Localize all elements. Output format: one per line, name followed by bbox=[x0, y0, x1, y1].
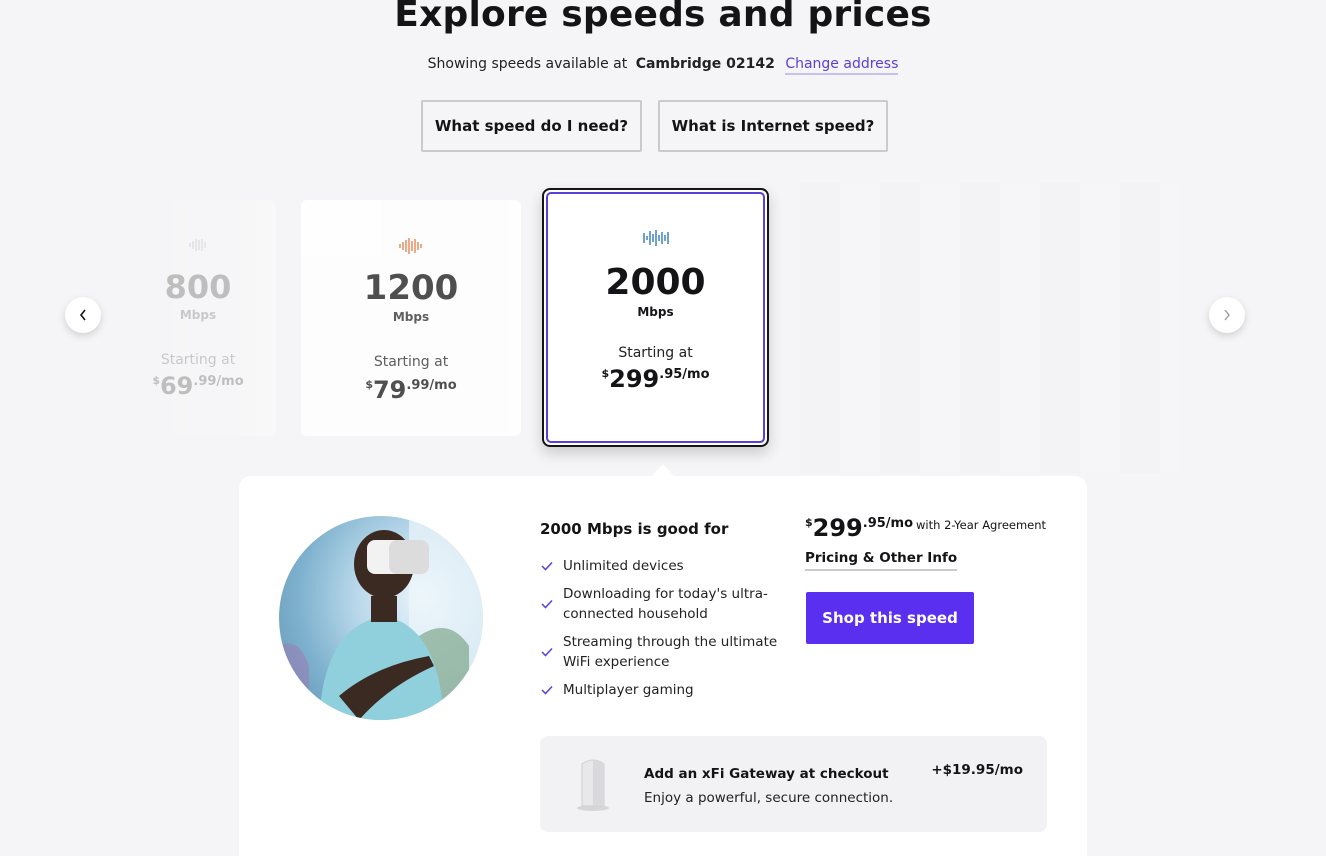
card-price: $79.99/mo bbox=[301, 376, 521, 404]
feature-text: Streaming through the ultimate WiFi expe… bbox=[563, 634, 778, 670]
good-for-title: 2000 Mbps is good for bbox=[540, 520, 729, 538]
feature-item: Unlimited devices bbox=[540, 556, 780, 576]
card-price: $69.99/mo bbox=[120, 372, 276, 400]
speed-value: 1200 bbox=[363, 268, 459, 308]
price-dollars: 69 bbox=[159, 372, 194, 400]
dollar-sign: $ bbox=[601, 367, 610, 380]
change-address-link[interactable]: Change address bbox=[785, 56, 899, 75]
price-per: /mo bbox=[885, 516, 914, 531]
chevron-left-icon bbox=[79, 309, 86, 321]
starting-at-label: Starting at bbox=[373, 354, 449, 370]
feature-item: Multiplayer gaming bbox=[540, 680, 780, 700]
vr-headset-photo bbox=[279, 516, 483, 720]
signal-wave-icon bbox=[642, 230, 669, 246]
feature-text: Downloading for today's ultra-connected … bbox=[563, 586, 768, 622]
price-dollars: 299 bbox=[812, 514, 863, 542]
price-per: /mo bbox=[682, 367, 710, 382]
feature-item: Downloading for today's ultra-connected … bbox=[540, 584, 780, 624]
address-line: Showing speeds available at Cambridge 02… bbox=[0, 56, 1326, 75]
agreement-label: with 2-Year Agreement bbox=[916, 518, 1047, 532]
card-price: $299.95/mo bbox=[548, 365, 763, 393]
gateway-addon-box[interactable]: Add an xFi Gateway at checkout Enjoy a p… bbox=[540, 736, 1047, 832]
plan-price: $299.95/mo with 2-Year Agreement bbox=[805, 514, 1046, 542]
dollar-sign: $ bbox=[152, 374, 160, 387]
price-cents: .99 bbox=[406, 378, 430, 393]
speed-card-2000-selected[interactable]: 2000 Mbps Starting at $299.95/mo bbox=[542, 188, 769, 447]
pricing-other-info-link[interactable]: Pricing & Other Info bbox=[805, 550, 958, 571]
speed-unit: Mbps bbox=[637, 305, 674, 319]
speed-value: 800 bbox=[164, 268, 232, 306]
speed-unit: Mbps bbox=[179, 308, 217, 322]
price-per: /mo bbox=[429, 378, 457, 393]
page-title: Explore speeds and prices bbox=[394, 0, 932, 35]
price-per: /mo bbox=[216, 374, 244, 389]
carousel-fade-area bbox=[800, 183, 1180, 473]
chevron-right-icon bbox=[1224, 309, 1230, 321]
speed-card-800[interactable]: 800 Mbps Starting at $69.99/mo bbox=[120, 200, 276, 436]
feature-text: Multiplayer gaming bbox=[563, 682, 694, 698]
check-icon bbox=[541, 685, 553, 695]
gateway-description: Enjoy a powerful, secure connection. bbox=[644, 790, 894, 806]
signal-wave-icon bbox=[399, 238, 422, 254]
speed-detail-panel: 2000 Mbps is good for Unlimited devices … bbox=[239, 476, 1087, 856]
feature-list: Unlimited devices Downloading for today'… bbox=[540, 556, 780, 708]
dollar-sign: $ bbox=[365, 378, 373, 391]
gateway-title: Add an xFi Gateway at checkout bbox=[644, 766, 889, 782]
selected-card-inner: 2000 Mbps Starting at $299.95/mo bbox=[546, 192, 765, 443]
starting-at-label: Starting at bbox=[618, 345, 693, 361]
price-cents: .99 bbox=[193, 374, 217, 389]
price-cents: .95 bbox=[862, 516, 886, 531]
speed-value: 2000 bbox=[605, 262, 706, 303]
feature-text: Unlimited devices bbox=[563, 558, 684, 574]
gateway-price: +$19.95/mo bbox=[931, 762, 1023, 778]
shop-this-speed-button[interactable]: Shop this speed bbox=[806, 592, 974, 644]
xfi-gateway-image bbox=[577, 759, 609, 811]
carousel-next-button[interactable] bbox=[1209, 297, 1245, 333]
price-dollars: 79 bbox=[372, 376, 407, 404]
check-icon bbox=[541, 561, 553, 571]
check-icon bbox=[541, 647, 553, 657]
speed-unit: Mbps bbox=[392, 310, 430, 324]
person-with-vr-headset-image bbox=[279, 516, 483, 720]
price-cents: .95 bbox=[659, 367, 683, 382]
location-label: Cambridge 02142 bbox=[635, 56, 775, 72]
what-speed-do-i-need-button[interactable]: What speed do I need? bbox=[421, 100, 642, 152]
carousel-prev-button[interactable] bbox=[65, 297, 101, 333]
feature-item: Streaming through the ultimate WiFi expe… bbox=[540, 632, 780, 672]
check-icon bbox=[541, 599, 553, 609]
what-is-internet-speed-button[interactable]: What is Internet speed? bbox=[658, 100, 888, 152]
showing-label: Showing speeds available at bbox=[427, 56, 628, 72]
dollar-sign: $ bbox=[805, 516, 813, 529]
price-dollars: 299 bbox=[609, 365, 660, 393]
speed-card-1200[interactable]: 1200 Mbps Starting at $79.99/mo bbox=[301, 200, 521, 436]
starting-at-label: Starting at bbox=[160, 352, 236, 368]
signal-wave-icon bbox=[189, 239, 206, 251]
